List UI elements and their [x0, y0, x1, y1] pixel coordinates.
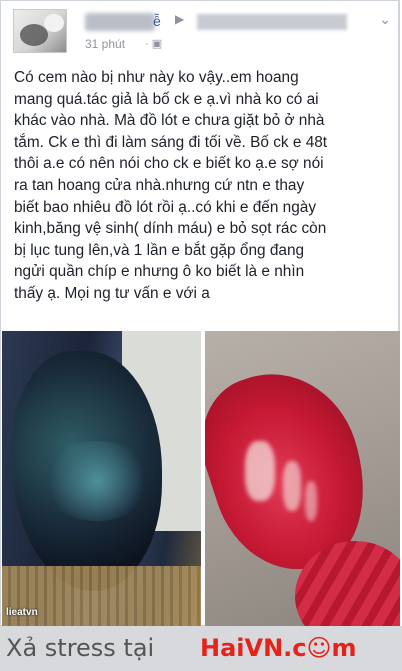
photo-watermark: lieatvn [6, 607, 38, 618]
globe-icon: · ▣ [145, 38, 163, 50]
avatar[interactable] [13, 9, 67, 53]
chevron-down-icon[interactable]: ⌄ [379, 11, 391, 28]
author-name-suffix[interactable]: ễ [153, 13, 161, 29]
facebook-post-card: ễ ▶ ⌄ 31 phút · ▣ Có cem nào bị như này … [0, 0, 400, 626]
share-arrow-icon: ▶ [175, 12, 185, 26]
tagged-name-blurred[interactable] [197, 14, 347, 30]
photo-red-bra[interactable] [205, 331, 400, 626]
watermark-footer: Xả stress tại HaiVN.c☺m [0, 626, 402, 671]
photo-lace-lingerie[interactable]: lieatvn [2, 331, 201, 626]
author-name-blurred[interactable] [85, 13, 155, 31]
post-header: ễ ▶ ⌄ 31 phút · ▣ [13, 9, 391, 57]
post-photos: lieatvn [2, 331, 400, 626]
footer-text: Xả stress tại [6, 634, 155, 662]
footer-brand-logo: HaiVN.c☺m [200, 634, 357, 662]
post-time[interactable]: 31 phút [85, 37, 125, 51]
post-text: Có cem nào bị như này ko vậy..em hoang m… [14, 69, 328, 302]
